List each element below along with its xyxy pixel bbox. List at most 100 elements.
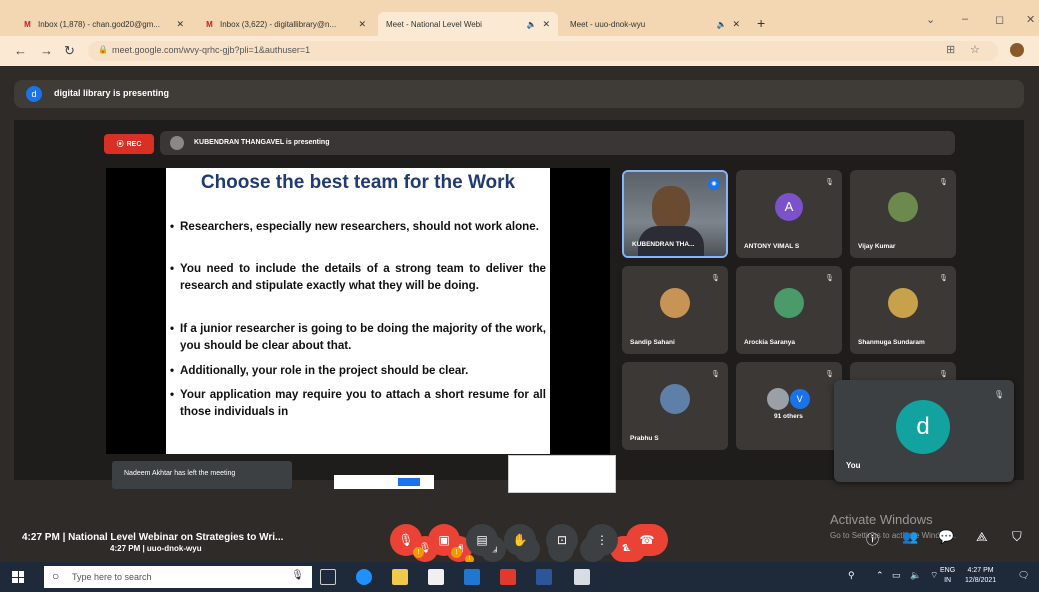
mic-off-icon: 🎙 [993,390,1004,399]
forward-icon[interactable]: → [40,43,53,58]
pdf-reader-icon[interactable] [500,569,516,585]
new-tab-button[interactable]: + [757,15,765,31]
presenting-banner: d digital library is presenting [14,80,1024,108]
participant-tile[interactable]: 🎙 Shanmuga Sundaram [850,266,956,354]
mic-off-icon: 🎙 [711,275,720,282]
participant-name: Vijay Kumar [858,243,896,250]
slide-page: Choose the best team for the Work Resear… [166,168,550,454]
speaker-icon[interactable]: 🔈 [716,20,726,29]
lang-code: ENG [940,567,956,574]
mic-off-icon: 🎙 [825,275,834,282]
participant-tile[interactable]: 🎙 Vijay Kumar [850,170,956,258]
search-placeholder: Type here to search [72,572,152,582]
network-icon[interactable]: ⚲ [848,570,855,581]
others-tile[interactable]: 🎙 V 91 others [736,362,842,450]
tab-label: Inbox (1,878) - chan.god20@gm... [38,19,160,29]
participant-tile[interactable]: 🎙 Arockia Saranya [736,266,842,354]
chat-icon[interactable]: 💬 [938,529,954,545]
meet-window: d digital library is presenting ⦿ REC KU… [0,66,1039,564]
info-icon[interactable]: ⓘ [866,529,879,548]
present-button[interactable]: ⊡ [546,524,578,556]
participant-name: Prabhu S [630,435,659,442]
tab-meet-uuo[interactable]: ▶ Meet - uuo-dnok-wyu 🔈 ✕ [562,12,748,36]
bookmark-star-icon[interactable]: ☆ [970,43,980,56]
captions-button[interactable]: ▤ [466,524,498,556]
participant-name: Shanmuga Sundaram [858,339,925,346]
language-indicator[interactable]: ENG IN [940,566,955,586]
camera-off-icon: ▣ [438,533,450,547]
self-avatar: d [896,400,950,454]
present-icon: ⊡ [556,533,568,547]
participant-tile[interactable]: 🎙 Sandip Sahani [622,266,728,354]
self-view-tile[interactable]: 🎙 d You [834,380,1014,482]
battery-icon[interactable]: ▭ [892,570,901,581]
volume-icon[interactable]: 🔈 [910,570,921,581]
slide-bullet: If a junior researcher is going to be do… [170,320,546,354]
windows-start-icon[interactable] [12,571,24,583]
end-call-button[interactable]: ☎ [626,524,668,556]
mic-off-icon: 🎙 [398,533,414,547]
taskbar-clock[interactable]: 4:27 PM 12/8/2021 [965,566,996,586]
notifications-icon[interactable]: 🗨 [1018,570,1029,581]
show-hidden-icons-icon[interactable]: ⌃ [876,570,884,581]
file-explorer-icon[interactable] [392,569,408,585]
participant-name: Sandip Sahani [630,339,675,346]
people-icon[interactable]: 👥 [902,529,918,545]
participant-tile[interactable]: 🎙 A ANTONY VIMAL S [736,170,842,258]
speaker-icon[interactable]: 🔈 [526,20,536,29]
tab-meet-webinar[interactable]: ▶ Meet - National Level Webi 🔈 ✕ [378,12,558,36]
maximize-icon[interactable]: ◻ [995,13,1004,26]
activate-windows-title: Activate Windows [830,512,933,527]
back-icon[interactable]: ← [14,43,27,58]
inner-presenting-bar: KUBENDRAN THANGAVEL is presenting [160,131,955,155]
tab-inbox-1[interactable]: M Inbox (1,878) - chan.god20@gm... ✕ [14,12,192,36]
mail-icon[interactable] [464,569,480,585]
mic-button[interactable]: 🎙! [390,524,424,558]
captions-icon: ▤ [476,533,488,547]
chrome-icon[interactable] [574,569,590,585]
tab-search-icon[interactable]: ⌄ [926,13,935,26]
raise-hand-button[interactable]: ✋ [504,524,536,556]
minimize-icon[interactable]: – [962,13,968,25]
presenter-avatar: d [26,86,42,102]
browser-tab-strip: M Inbox (1,878) - chan.god20@gm... ✕ M I… [0,0,1039,36]
others-count: 91 others [774,413,803,420]
reload-icon[interactable]: ↻ [64,43,75,59]
close-window-icon[interactable]: ✕ [1026,13,1035,26]
wifi-icon[interactable]: ⌔ [930,570,938,581]
activities-icon[interactable]: ⟁ [976,529,988,545]
task-view-icon[interactable] [320,569,336,585]
more-options-button[interactable]: ⋮ [586,524,618,556]
participant-tile[interactable]: 🎙 Prabhu S [622,362,728,450]
inner-meeting-code: 4:27 PM | uuo-dnok-wyu [110,544,202,553]
avatar: V [789,388,810,409]
close-icon[interactable]: ✕ [176,19,184,30]
more-options-icon: ⋮ [596,533,608,547]
taskbar-search[interactable]: ○ Type here to search 🎙 [44,566,312,588]
close-icon[interactable]: ✕ [358,19,366,30]
clock-date: 12/8/2021 [965,577,997,584]
install-icon[interactable]: ⊞ [946,43,955,56]
camera-button[interactable]: ▣! [428,524,462,558]
close-icon[interactable]: ✕ [542,19,550,30]
lang-region: IN [944,577,952,584]
avatar [660,383,690,414]
profile-avatar[interactable] [1010,43,1024,57]
address-bar[interactable]: 🔒 meet.google.com/wvy-qrhc-gjb?pli=1&aut… [88,41,998,61]
slide-bullet: Researchers, especially new researchers,… [170,218,546,235]
presentation-slide: Choose the best team for the Work Resear… [106,168,610,454]
rec-label: REC [126,140,142,148]
slide-bullet: Your application may require you to atta… [170,386,546,420]
tab-inbox-2[interactable]: M Inbox (3,622) - digitallibrary@n... ✕ [196,12,374,36]
word-icon[interactable] [536,569,552,585]
microphone-icon[interactable]: 🎙 [291,570,304,581]
url-text: meet.google.com/wvy-qrhc-gjb?pli=1&authu… [112,45,311,55]
mic-off-icon: 🎙 [939,179,948,186]
avatar [888,191,918,222]
close-icon[interactable]: ✕ [732,19,740,30]
shield-icon[interactable]: ⛉ [1012,529,1022,545]
participant-tile[interactable]: ◉ KUBENDRAN THA... [622,170,728,258]
store-icon[interactable] [428,569,444,585]
end-call-icon: ☎ [639,533,655,547]
edge-icon[interactable] [356,569,372,585]
